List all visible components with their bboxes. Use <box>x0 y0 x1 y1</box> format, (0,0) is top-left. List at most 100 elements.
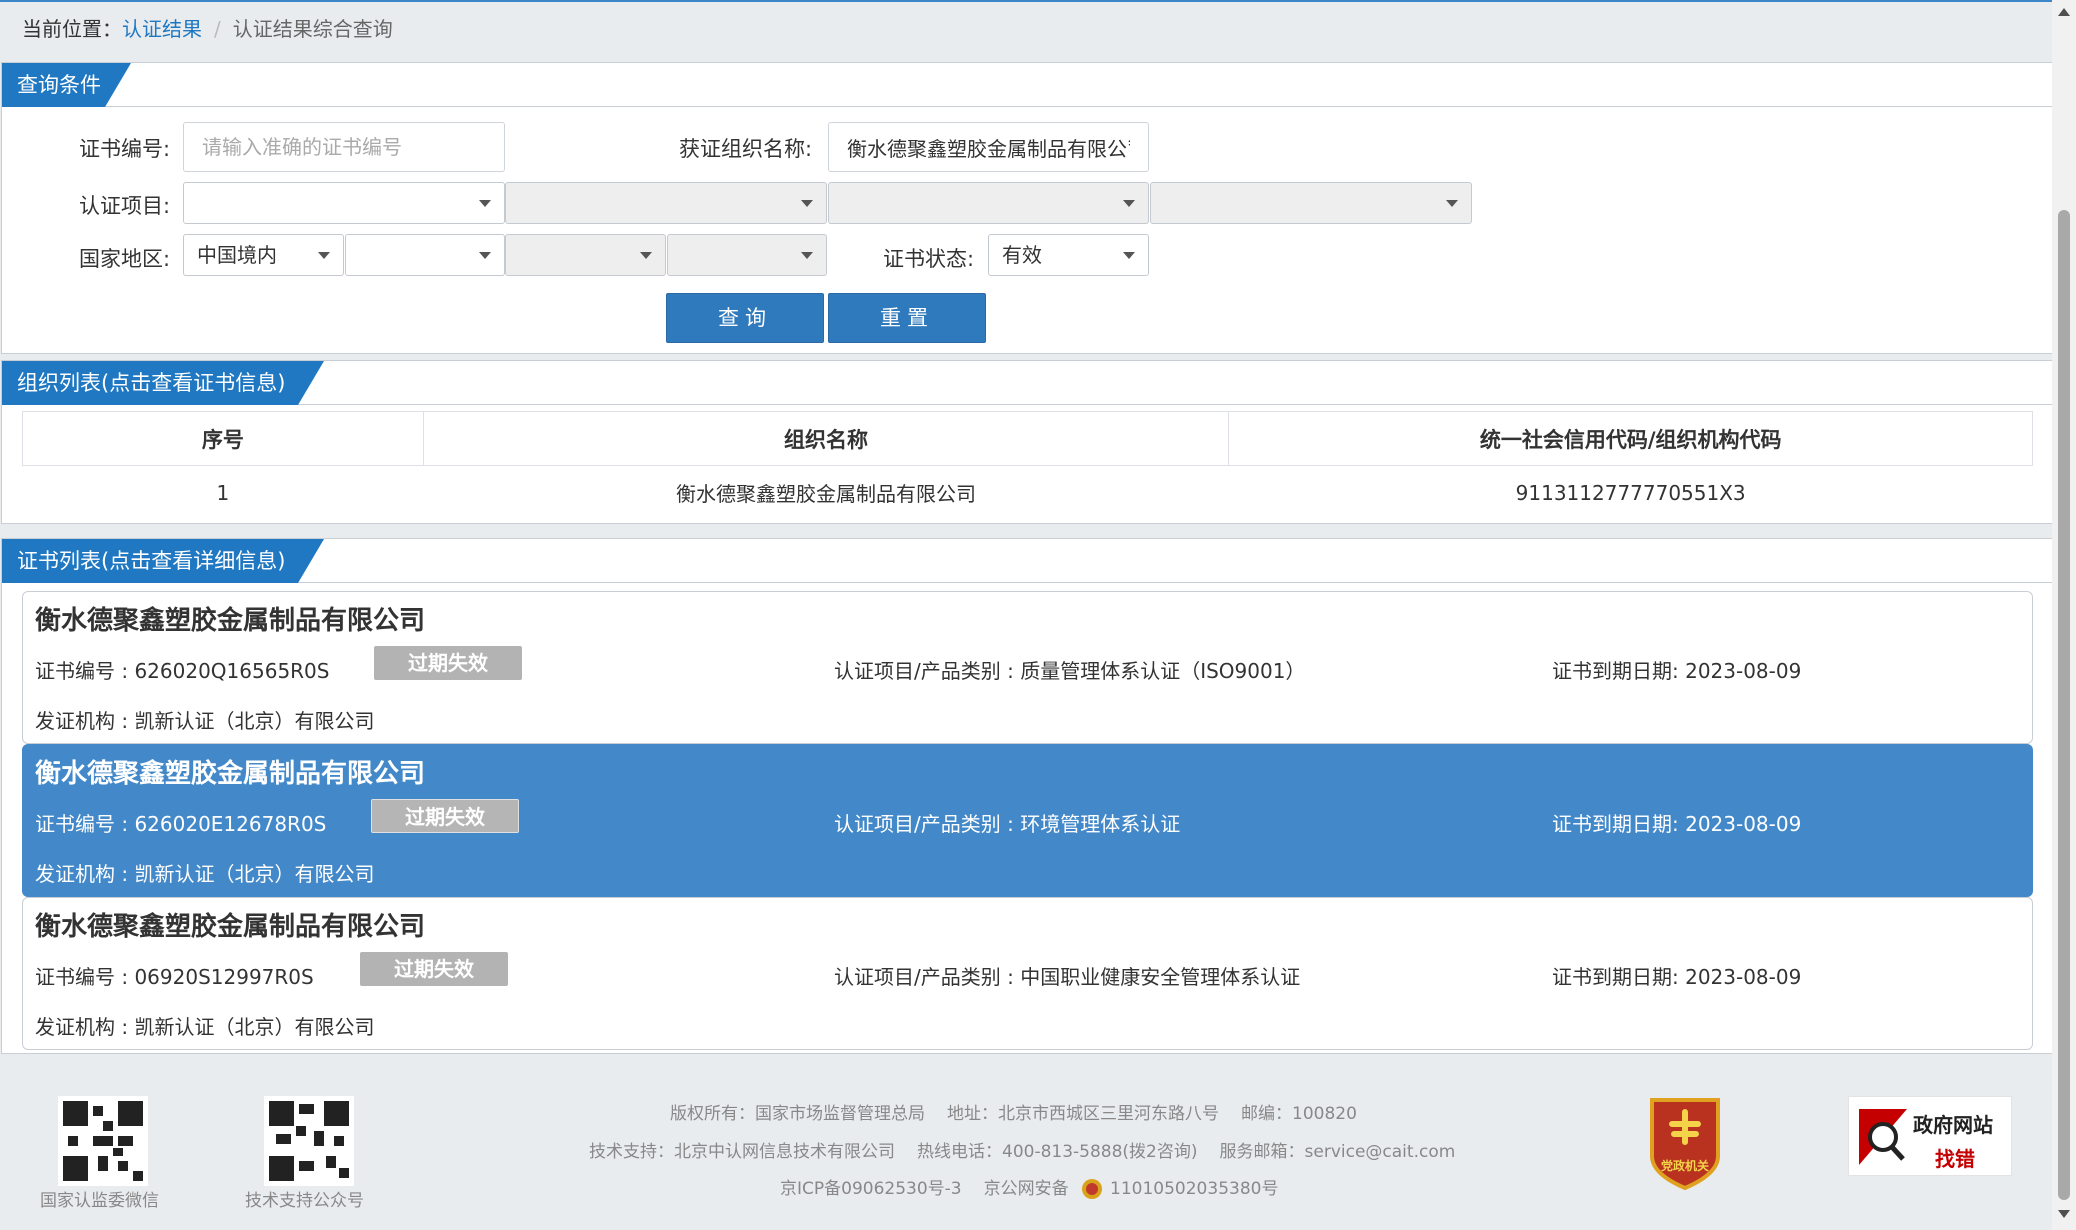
org-table-header-index: 序号 <box>22 411 424 466</box>
cert-org-name: 衡水德聚鑫塑胶金属制品有限公司 <box>35 759 426 789</box>
org-name-label: 获证组织名称: <box>679 137 813 161</box>
status-badge: 过期失效 <box>374 646 522 680</box>
cert-item-select-4[interactable] <box>1150 182 1472 224</box>
cert-list-header: 证书列表(点击查看详细信息) <box>2 539 2052 583</box>
breadcrumb: 当前位置：认证结果 / 认证结果综合查询 <box>22 14 393 44</box>
cert-list-panel: 证书列表(点击查看详细信息) 衡水德聚鑫塑胶金属制品有限公司 证书编号 : 62… <box>1 538 2053 1054</box>
org-list-panel: 组织列表(点击查看证书信息) 序号 组织名称 统一社会信用代码/组织机构代码 1… <box>1 360 2053 524</box>
cert-issuer: 发证机构 : 凯新认证（北京）有限公司 <box>35 709 375 733</box>
qr-caption-wechat: 国家认监委微信 <box>40 1191 159 1211</box>
cert-item-select-1[interactable] <box>183 182 505 224</box>
error-report-line2: 找错 <box>1935 1147 1975 1171</box>
search-button[interactable]: 查询 <box>666 293 824 343</box>
chevron-down-icon <box>479 200 491 207</box>
footer-line-3: 京ICP备09062530号-3 京公网安备 11010502035380号 <box>780 1174 1278 1201</box>
region-select-province[interactable] <box>345 234 505 276</box>
footer-icp[interactable]: 京ICP备09062530号-3 <box>780 1179 962 1199</box>
cert-org-name: 衡水德聚鑫塑胶金属制品有限公司 <box>35 912 426 942</box>
party-gov-emblem-icon[interactable]: 党政机关 <box>1646 1094 1724 1190</box>
cert-item: 认证项目/产品类别 : 环境管理体系认证 <box>834 812 1181 836</box>
cert-item-label: 认证项目: <box>79 194 171 218</box>
query-panel: 查询条件 证书编号: 获证组织名称: 认证项目: 国家地区: 中国境内 证书状态… <box>1 62 2053 354</box>
cert-no-input[interactable] <box>183 122 505 172</box>
region-value: 中国境内 <box>197 243 277 267</box>
qr-code-support-icon <box>264 1096 354 1186</box>
region-select-district[interactable] <box>667 234 827 276</box>
table-row[interactable]: 1 衡水德聚鑫塑胶金属制品有限公司 9113112777770551X3 <box>23 466 2033 520</box>
footer-address: 地址：北京市西城区三里河东路八号 <box>947 1104 1219 1124</box>
region-label: 国家地区: <box>79 247 171 271</box>
scrollbar-thumb[interactable] <box>2058 210 2070 1200</box>
footer-police-no[interactable]: 11010502035380号 <box>1110 1179 1278 1199</box>
cert-list-tab: 证书列表(点击查看详细信息) <box>2 539 324 583</box>
emblem-text: 党政机关 <box>1661 1158 1709 1173</box>
chevron-down-icon <box>318 252 330 259</box>
status-badge: 过期失效 <box>371 799 519 833</box>
status-select[interactable]: 有效 <box>988 234 1149 276</box>
org-table-header-row: 序号 组织名称 统一社会信用代码/组织机构代码 <box>22 411 2033 466</box>
status-badge: 过期失效 <box>360 952 508 986</box>
reset-button[interactable]: 重置 <box>828 293 986 343</box>
org-list-header: 组织列表(点击查看证书信息) <box>2 361 2052 405</box>
footer-hotline: 热线电话：400-813-5888(拨2咨询) <box>917 1142 1198 1162</box>
org-row-index: 1 <box>216 480 230 505</box>
qr-caption-support: 技术支持公众号 <box>245 1191 364 1211</box>
footer-line-2: 技术支持：北京中认网信息技术有限公司 热线电话：400-813-5888(拨2咨询… <box>589 1137 1455 1162</box>
top-accent-line <box>0 0 2052 2</box>
cert-item: 认证项目/产品类别 : 中国职业健康安全管理体系认证 <box>834 965 1301 989</box>
cert-org-name: 衡水德聚鑫塑胶金属制品有限公司 <box>35 606 426 636</box>
scroll-up-icon[interactable] <box>2058 8 2070 16</box>
footer-copyright: 版权所有：国家市场监督管理总局 <box>670 1104 925 1124</box>
footer-postcode: 邮编：100820 <box>1241 1104 1357 1124</box>
cert-item-select-2[interactable] <box>505 182 827 224</box>
cert-issuer: 发证机构 : 凯新认证（北京）有限公司 <box>35 1015 375 1039</box>
org-table-header-name: 组织名称 <box>422 411 1230 466</box>
cert-number: 证书编号 : 626020Q16565R0S <box>35 659 330 683</box>
police-badge-icon <box>1082 1179 1103 1199</box>
cert-number: 证书编号 : 626020E12678R0S <box>35 812 327 836</box>
breadcrumb-prefix: 当前位置： <box>22 17 122 41</box>
org-table: 序号 组织名称 统一社会信用代码/组织机构代码 1 衡水德聚鑫塑胶金属制品有限公… <box>22 411 2033 520</box>
footer-email[interactable]: 服务邮箱：service@cait.com <box>1220 1142 1456 1162</box>
org-name-input[interactable] <box>828 122 1149 172</box>
cert-number: 证书编号 : 06920S12997R0S <box>35 965 314 989</box>
footer-line-1: 版权所有：国家市场监督管理总局 地址：北京市西城区三里河东路八号 邮编：100820 <box>670 1099 1357 1124</box>
cert-expiry: 证书到期日期: 2023-08-09 <box>1552 812 1802 836</box>
cert-issuer: 发证机构 : 凯新认证（北京）有限公司 <box>35 862 375 886</box>
gov-site-error-report[interactable]: 政府网站 找错 <box>1848 1096 2012 1176</box>
breadcrumb-current: 认证结果综合查询 <box>232 17 393 41</box>
breadcrumb-link[interactable]: 认证结果 <box>122 17 202 41</box>
org-table-header-code: 统一社会信用代码/组织机构代码 <box>1228 411 2033 466</box>
cert-card[interactable]: 衡水德聚鑫塑胶金属制品有限公司 证书编号 : 06920S12997R0S 过期… <box>22 897 2033 1050</box>
chevron-down-icon <box>1446 200 1458 207</box>
chevron-down-icon <box>1123 252 1135 259</box>
breadcrumb-separator: / <box>214 17 221 41</box>
cert-expiry: 证书到期日期: 2023-08-09 <box>1552 659 1802 683</box>
qr-code-wechat-icon <box>58 1096 148 1186</box>
chevron-down-icon <box>479 252 491 259</box>
error-report-line1: 政府网站 <box>1913 1113 1993 1137</box>
cert-card[interactable]: 衡水德聚鑫塑胶金属制品有限公司 证书编号 : 626020Q16565R0S 过… <box>22 591 2033 744</box>
query-panel-tab: 查询条件 <box>2 63 131 107</box>
scroll-down-icon[interactable] <box>2058 1210 2070 1218</box>
region-select-country[interactable]: 中国境内 <box>183 234 344 276</box>
footer-support: 技术支持：北京中认网信息技术有限公司 <box>589 1142 895 1162</box>
cert-expiry: 证书到期日期: 2023-08-09 <box>1552 965 1802 989</box>
cert-no-label: 证书编号: <box>79 137 171 161</box>
chevron-down-icon <box>1123 200 1135 207</box>
org-row-code: 9113112777770551X3 <box>1515 480 1746 505</box>
page-scrollbar[interactable] <box>2052 0 2076 1230</box>
chevron-down-icon <box>801 200 813 207</box>
status-value: 有效 <box>1002 243 1042 267</box>
region-select-city[interactable] <box>505 234 666 276</box>
magnifier-icon <box>1859 1109 1907 1165</box>
org-row-name[interactable]: 衡水德聚鑫塑胶金属制品有限公司 <box>423 466 1229 520</box>
query-panel-header: 查询条件 <box>2 63 2052 107</box>
chevron-down-icon <box>640 252 652 259</box>
footer-police-prefix: 京公网安备 <box>983 1179 1069 1199</box>
status-label: 证书状态: <box>883 247 975 271</box>
cert-card-selected[interactable]: 衡水德聚鑫塑胶金属制品有限公司 证书编号 : 626020E12678R0S 过… <box>22 744 2033 897</box>
chevron-down-icon <box>801 252 813 259</box>
cert-item-select-3[interactable] <box>828 182 1149 224</box>
org-list-tab: 组织列表(点击查看证书信息) <box>2 361 324 405</box>
